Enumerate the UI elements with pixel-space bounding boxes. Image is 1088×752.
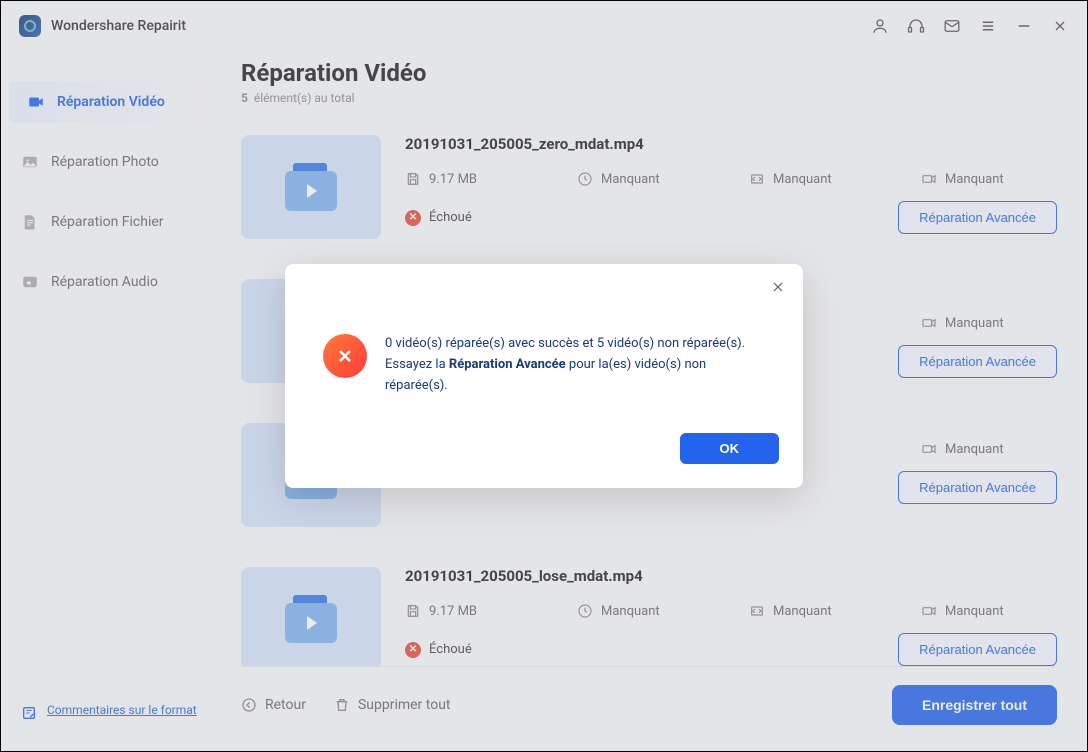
repair-result-modal: 0 vidéo(s) réparée(s) avec succès et 5 v… <box>285 264 803 487</box>
modal-overlay: 0 vidéo(s) réparée(s) avec succès et 5 v… <box>1 1 1087 751</box>
modal-message: 0 vidéo(s) réparée(s) avec succès et 5 v… <box>385 334 765 396</box>
modal-close-button[interactable] <box>771 280 787 296</box>
modal-ok-button[interactable]: OK <box>680 433 780 464</box>
modal-error-icon <box>323 334 367 378</box>
